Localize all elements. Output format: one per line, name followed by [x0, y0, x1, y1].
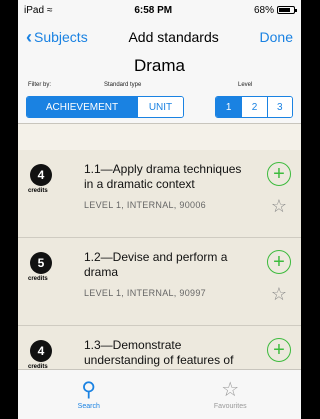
search-icon: ⚲ [81, 379, 97, 401]
standard-card[interactable]: 4 credits 1.1—Apply drama techniques in … [18, 150, 301, 238]
filter-by-label: Filter by: [28, 82, 52, 88]
status-time: 6:58 PM [134, 4, 173, 16]
tab-favourites-label: Favourites [213, 403, 247, 410]
standard-title: 1.1—Apply drama techniques in a dramatic… [84, 162, 242, 191]
add-plus-icon[interactable]: + [267, 162, 291, 186]
standard-meta: LEVEL 1, INTERNAL, 90006 [84, 200, 206, 210]
back-button[interactable]: ‹ Subjects [26, 28, 88, 46]
status-left: iPad ≈ [24, 5, 53, 16]
star-icon[interactable]: ☆ [271, 284, 287, 305]
status-right: 68% [253, 4, 297, 16]
tab-search-label: Search [77, 403, 100, 410]
standard-type-segmented-control: ACHIEVEMENT UNIT [26, 96, 184, 118]
chevron-left-icon: ‹ [26, 27, 32, 47]
app-screen: iPad ≈ 6:58 PM 68% ‹ Subjects Add standa… [18, 0, 301, 419]
standard-card[interactable]: 5 credits 1.2—Devise and perform a drama… [18, 238, 301, 326]
credits-badge: 4 [30, 164, 52, 186]
filter-bar: Filter by: Standard type Level ACHIEVEME… [18, 82, 301, 124]
back-label: Subjects [34, 29, 88, 45]
add-plus-icon[interactable]: + [267, 338, 291, 362]
wifi-icon: ≈ [47, 4, 53, 16]
subject-title: Drama [18, 54, 301, 82]
tab-favourites[interactable]: ☆ Favourites [160, 370, 302, 419]
credits-label: credits [28, 188, 48, 194]
standard-type-label: Standard type [104, 82, 142, 88]
credits-label: credits [28, 276, 48, 282]
standard-meta: LEVEL 1, INTERNAL, 90997 [84, 288, 206, 298]
status-bar: iPad ≈ 6:58 PM 68% [18, 0, 301, 20]
level-label: Level [238, 82, 253, 88]
star-icon[interactable]: ☆ [271, 196, 287, 217]
level-option-2[interactable]: 2 [241, 97, 267, 117]
battery-percent: 68% [253, 4, 274, 16]
credits-badge: 5 [30, 252, 52, 274]
level-option-3[interactable]: 3 [266, 97, 292, 117]
standard-title: 1.2—Devise and perform a drama [84, 250, 228, 279]
standard-title: 1.3—Demonstrate understanding of feature… [84, 338, 234, 367]
credits-badge: 4 [30, 340, 52, 362]
page-title: Add standards [128, 29, 219, 45]
star-icon: ☆ [221, 379, 240, 401]
carrier-label: iPad [24, 4, 45, 16]
filter-labels: Filter by: Standard type Level [24, 82, 295, 92]
done-button[interactable]: Done [260, 29, 293, 45]
nav-bar: ‹ Subjects Add standards Done [18, 20, 301, 54]
level-option-1[interactable]: 1 [216, 97, 242, 117]
level-segmented-control: 1 2 3 [215, 96, 293, 118]
battery-icon [276, 6, 297, 14]
tab-bar: ⚲ Search ☆ Favourites [18, 369, 301, 419]
type-option-achievement[interactable]: ACHIEVEMENT [27, 97, 137, 117]
type-option-unit[interactable]: UNIT [137, 97, 183, 117]
add-plus-icon[interactable]: + [267, 250, 291, 274]
tab-search[interactable]: ⚲ Search [18, 370, 160, 419]
